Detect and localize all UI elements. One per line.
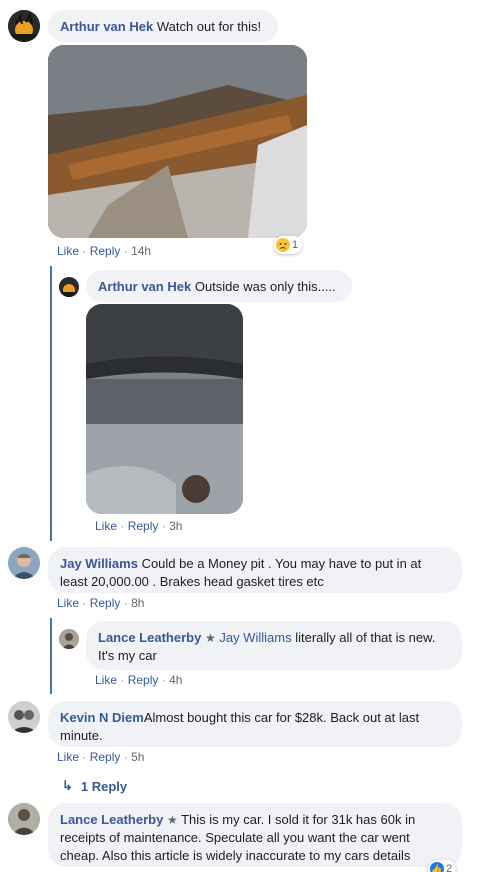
separator: ·	[123, 750, 128, 764]
separator: ·	[123, 596, 128, 610]
replies-count: 1 Reply	[80, 778, 128, 794]
timestamp[interactable]: 4h	[169, 673, 182, 687]
thread-line	[50, 618, 52, 694]
comment-bubble: Kevin N DiemAlmost bought this car for $…	[48, 701, 462, 747]
like-reaction-icon: 👍	[430, 862, 444, 872]
view-replies-link[interactable]: ↳ 1 Reply	[62, 778, 127, 794]
reaction-badge[interactable]: 1	[274, 236, 303, 254]
like-link[interactable]: Like	[57, 244, 79, 258]
comment-actions: Like · Reply · 14h	[57, 244, 151, 258]
like-link[interactable]: Like	[57, 750, 79, 764]
commenter-name[interactable]: Lance Leatherby	[60, 812, 163, 827]
like-link[interactable]: Like	[95, 673, 117, 687]
comment-actions: Like · Reply · 4h	[95, 673, 182, 687]
reply-arrow-icon: ↳	[62, 778, 73, 793]
reaction-count: 1	[292, 239, 299, 251]
avatar[interactable]	[8, 547, 40, 579]
comment-text: Outside was only this.....	[194, 279, 336, 294]
reaction-count: 2	[446, 863, 453, 872]
separator: ·	[82, 244, 87, 258]
separator: ·	[82, 596, 87, 610]
comment-actions: Like · Reply · 5h	[57, 750, 144, 764]
avatar[interactable]	[8, 701, 40, 733]
comment-photo[interactable]	[86, 304, 243, 514]
mention-link[interactable]: Jay Williams	[219, 630, 291, 645]
avatar[interactable]	[59, 277, 79, 297]
comment-actions: Like · Reply · 8h	[57, 596, 144, 610]
timestamp[interactable]: 14h	[131, 244, 151, 258]
avatar[interactable]	[8, 10, 40, 42]
thread-line	[50, 266, 52, 541]
separator: ·	[161, 519, 166, 533]
top-fan-star-icon: ★	[166, 813, 178, 827]
comment-bubble: Jay Williams Could be a Money pit . You …	[48, 547, 462, 593]
reply-link[interactable]: Reply	[90, 596, 121, 610]
commenter-name[interactable]: Jay Williams	[60, 556, 138, 571]
reply-link[interactable]: Reply	[128, 519, 159, 533]
avatar[interactable]	[59, 629, 79, 649]
comment-photo[interactable]	[48, 45, 307, 238]
comment-actions: Like · Reply · 3h	[95, 519, 182, 533]
comment-text: Watch out for this!	[156, 19, 262, 34]
separator: ·	[123, 244, 128, 258]
reply-link[interactable]: Reply	[90, 244, 121, 258]
commenter-name[interactable]: Lance Leatherby	[98, 630, 201, 645]
commenter-name[interactable]: Arthur van Hek	[98, 279, 191, 294]
avatar[interactable]	[8, 803, 40, 835]
commenter-name[interactable]: Arthur van Hek	[60, 19, 153, 34]
commenter-name[interactable]: Kevin N Diem	[60, 710, 144, 725]
reaction-badge[interactable]: 👍 2	[428, 860, 457, 872]
separator: ·	[161, 673, 166, 687]
comment-bubble: Arthur van Hek Outside was only this....…	[86, 270, 352, 302]
top-fan-star-icon: ★	[204, 631, 216, 645]
timestamp[interactable]: 8h	[131, 596, 144, 610]
reply-link[interactable]: Reply	[128, 673, 159, 687]
timestamp[interactable]: 3h	[169, 519, 182, 533]
separator: ·	[120, 519, 125, 533]
separator: ·	[120, 673, 125, 687]
timestamp[interactable]: 5h	[131, 750, 144, 764]
separator: ·	[82, 750, 87, 764]
comment-bubble: Lance Leatherby ★ Jay Williams literally…	[86, 621, 462, 670]
comment-bubble: Arthur van Hek Watch out for this!	[48, 10, 278, 42]
sad-reaction-icon	[276, 238, 290, 252]
reply-link[interactable]: Reply	[90, 750, 121, 764]
like-link[interactable]: Like	[57, 596, 79, 610]
comment-bubble: Lance Leatherby ★ This is my car. I sold…	[48, 803, 462, 867]
like-link[interactable]: Like	[95, 519, 117, 533]
